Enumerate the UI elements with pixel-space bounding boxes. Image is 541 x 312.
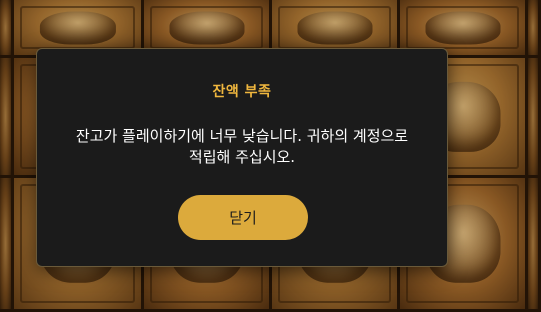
close-button[interactable]: 닫기 bbox=[178, 195, 308, 240]
dialog-message: 잔고가 플레이하기에 너무 낮습니다. 귀하의 계정으로 적립해 주십시오. bbox=[75, 127, 409, 166]
insufficient-balance-dialog: 잔액 부족 잔고가 플레이하기에 너무 낮습니다. 귀하의 계정으로 적립해 주… bbox=[36, 48, 448, 267]
dialog-title: 잔액 부족 bbox=[212, 84, 272, 100]
game-screen: 잔액 부족 잔고가 플레이하기에 너무 낮습니다. 귀하의 계정으로 적립해 주… bbox=[0, 0, 541, 312]
